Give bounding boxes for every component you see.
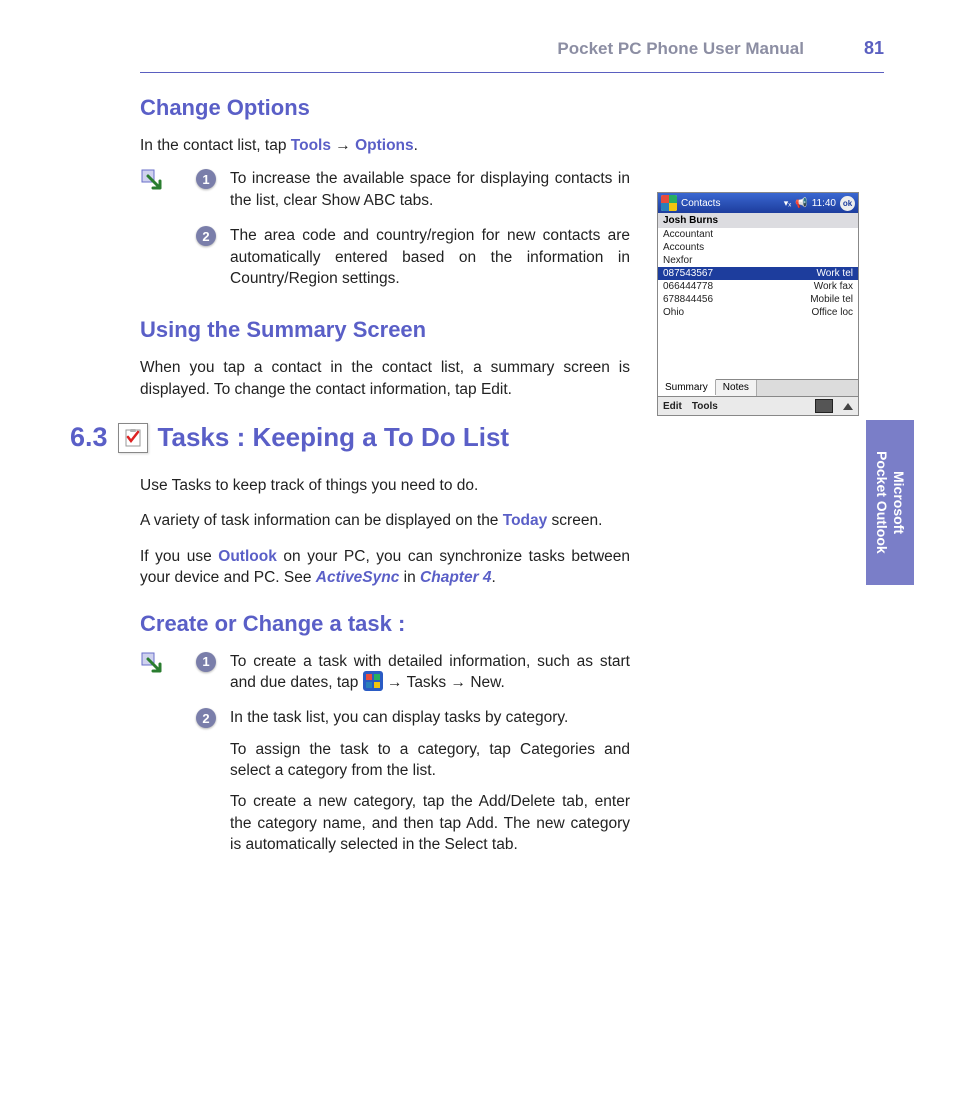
menu-edit[interactable]: Edit bbox=[663, 401, 682, 412]
keyboard-icon[interactable] bbox=[815, 399, 833, 413]
step-badge-2: 2 bbox=[196, 226, 216, 246]
note-arrow-icon bbox=[140, 651, 166, 677]
tasks-p1: Use Tasks to keep track of things you ne… bbox=[140, 475, 630, 496]
summary-text: When you tap a contact in the contact li… bbox=[140, 357, 630, 400]
speaker-icon: 📢 bbox=[795, 198, 807, 209]
page-content: Change Options In the contact list, tap … bbox=[140, 95, 630, 884]
contact-row[interactable]: Accounts bbox=[658, 241, 858, 254]
signal-icon: ▾ₓ bbox=[784, 198, 791, 209]
contact-row-selected[interactable]: 087543567Work tel bbox=[658, 267, 858, 280]
contact-name: Josh Burns bbox=[658, 213, 858, 228]
manual-title: Pocket PC Phone User Manual bbox=[557, 39, 804, 59]
tasks-p3: If you use Outlook on your PC, you can s… bbox=[140, 546, 630, 589]
list-item: 1 To create a task with detailed informa… bbox=[196, 651, 630, 694]
ss-titlebar: Contacts ▾ₓ 📢 11:40 ok bbox=[658, 193, 858, 213]
ss-time: 11:40 bbox=[812, 198, 836, 209]
heading-summary: Using the Summary Screen bbox=[140, 317, 630, 343]
tasks-app-icon bbox=[118, 423, 148, 453]
heading-tasks-text: Tasks : Keeping a To Do List bbox=[158, 422, 510, 453]
start-menu-icon[interactable] bbox=[661, 195, 677, 211]
section-number: 6.3 bbox=[70, 422, 108, 453]
menu-tools[interactable]: Tools bbox=[692, 401, 718, 412]
tab-notes[interactable]: Notes bbox=[716, 380, 757, 396]
heading-change-options: Change Options bbox=[140, 95, 630, 121]
step-badge-1: 1 bbox=[196, 169, 216, 189]
heading-tasks: 6.3 Tasks : Keeping a To Do List bbox=[70, 422, 630, 453]
header-rule bbox=[140, 72, 884, 73]
tab-summary[interactable]: Summary bbox=[658, 379, 716, 395]
contact-row[interactable]: OhioOffice loc bbox=[658, 306, 858, 319]
tasks-p2: A variety of task information can be dis… bbox=[140, 510, 630, 531]
contact-row[interactable]: 678844456Mobile tel bbox=[658, 293, 858, 306]
side-tab-line2: Pocket Outlook bbox=[874, 451, 890, 554]
up-arrow-icon[interactable] bbox=[843, 403, 853, 410]
list-item: 2 The area code and country/region for n… bbox=[196, 225, 630, 289]
start-menu-icon bbox=[363, 671, 383, 691]
page-number: 81 bbox=[864, 38, 884, 59]
page-header: Pocket PC Phone User Manual 81 bbox=[140, 38, 884, 59]
list-item: 1 To increase the available space for di… bbox=[196, 168, 630, 211]
ss-menubar: Edit Tools bbox=[658, 396, 858, 415]
contacts-screenshot: Contacts ▾ₓ 📢 11:40 ok Josh Burns Accoun… bbox=[657, 192, 859, 416]
list-item: 2 In the task list, you can display task… bbox=[196, 707, 630, 855]
side-tab-line1: Microsoft bbox=[891, 471, 907, 534]
step-badge-2: 2 bbox=[196, 708, 216, 728]
chapter-side-tab: Microsoft Pocket Outlook bbox=[866, 420, 914, 585]
contact-row[interactable]: Nexfor bbox=[658, 254, 858, 267]
ss-title: Contacts bbox=[681, 198, 720, 209]
change-options-intro: In the contact list, tap Tools → Options… bbox=[140, 135, 630, 156]
heading-create-task: Create or Change a task : bbox=[140, 611, 630, 637]
note-arrow-icon bbox=[140, 168, 166, 194]
contact-row[interactable]: 066444778Work fax bbox=[658, 280, 858, 293]
ok-button[interactable]: ok bbox=[840, 196, 855, 211]
step-badge-1: 1 bbox=[196, 652, 216, 672]
ss-tabs: Summary Notes bbox=[658, 379, 858, 396]
contact-row[interactable]: Accountant bbox=[658, 228, 858, 241]
